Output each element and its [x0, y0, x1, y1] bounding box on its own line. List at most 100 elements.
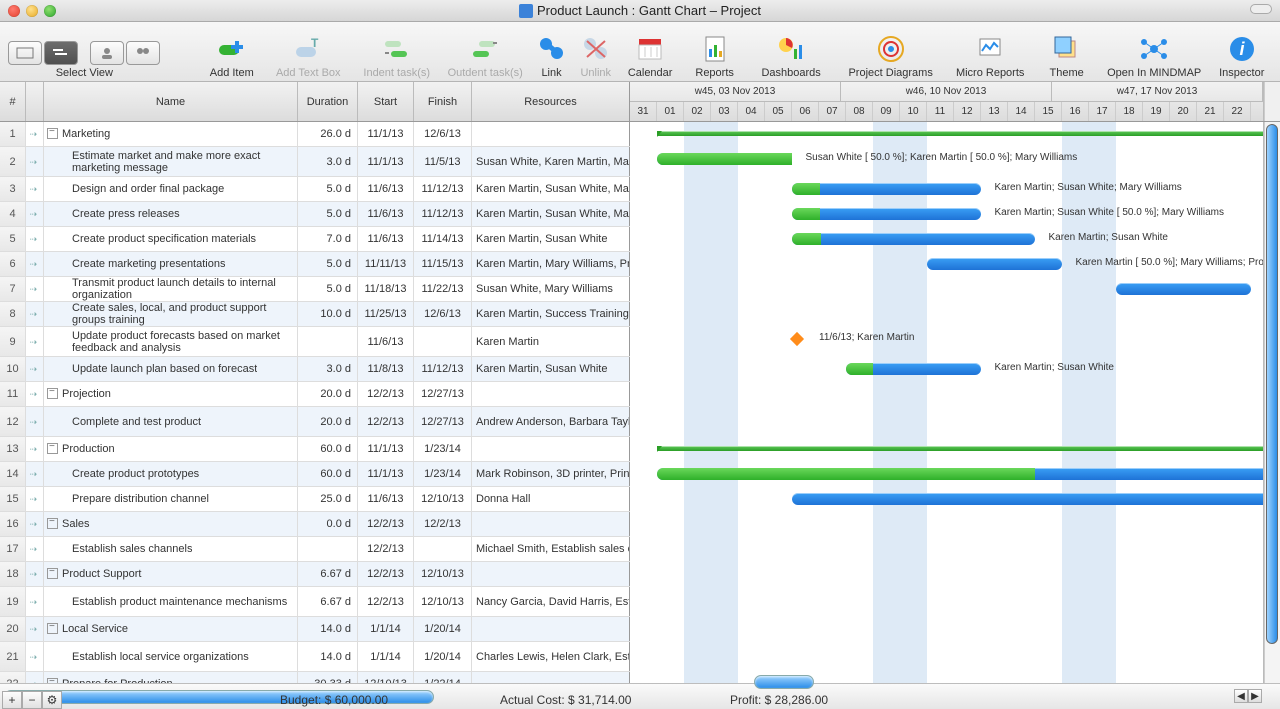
finish-cell[interactable]: 11/15/13 — [414, 252, 472, 276]
finish-cell[interactable]: 1/20/14 — [414, 617, 472, 641]
resources-cell[interactable] — [472, 562, 630, 586]
col-duration[interactable]: Duration — [298, 82, 358, 121]
table-row[interactable]: 9⇢Update product forecasts based on mark… — [0, 327, 630, 357]
timeline-day[interactable]: 14 — [1008, 102, 1035, 121]
resources-cell[interactable]: Karen Martin — [472, 327, 630, 356]
task-name-cell[interactable]: Design and order final package — [44, 177, 298, 201]
col-name[interactable]: Name — [44, 82, 298, 121]
task-name-cell[interactable]: Establish sales channels — [44, 537, 298, 561]
duration-cell[interactable]: 60.0 d — [298, 437, 358, 461]
start-cell[interactable]: 12/2/13 — [358, 537, 414, 561]
task-name-cell[interactable]: Update launch plan based on forecast — [44, 357, 298, 381]
task-name-cell[interactable]: Complete and test product — [44, 407, 298, 436]
finish-cell[interactable]: 12/6/13 — [414, 302, 472, 326]
resources-cell[interactable]: Karen Martin, Success Trainings corp — [472, 302, 630, 326]
timeline-day[interactable]: 31 — [630, 102, 657, 121]
finish-cell[interactable]: 11/22/13 — [414, 277, 472, 301]
gantt-area[interactable]: Susan White [ 50.0 %]; Karen Martin [ 50… — [630, 122, 1264, 683]
resources-cell[interactable]: Susan White, Mary Williams — [472, 277, 630, 301]
inspector-button[interactable]: i Inspector — [1209, 33, 1274, 79]
start-cell[interactable]: 11/6/13 — [358, 487, 414, 511]
start-cell[interactable]: 11/11/13 — [358, 252, 414, 276]
duration-cell[interactable]: 25.0 d — [298, 487, 358, 511]
view-list-button[interactable] — [8, 41, 42, 65]
table-row[interactable]: 17⇢Establish sales channels12/2/13Michae… — [0, 537, 630, 562]
expand-toggle[interactable] — [48, 129, 58, 139]
timeline-day[interactable]: 10 — [900, 102, 927, 121]
timeline-day[interactable]: 06 — [792, 102, 819, 121]
timeline-week[interactable]: w46, 10 Nov 2013 — [841, 82, 1052, 101]
table-row[interactable]: 4⇢Create press releases5.0 d11/6/1311/12… — [0, 202, 630, 227]
add-row-button[interactable]: + — [2, 691, 22, 709]
col-start[interactable]: Start — [358, 82, 414, 121]
resources-cell[interactable]: Susan White, Karen Martin, Mary Williams — [472, 147, 630, 176]
table-row[interactable]: 18⇢Product Support6.67 d12/2/1312/10/13 — [0, 562, 630, 587]
timeline-day[interactable]: 08 — [846, 102, 873, 121]
duration-cell[interactable]: 6.67 d — [298, 587, 358, 616]
col-resources[interactable]: Resources — [472, 82, 630, 121]
start-cell[interactable]: 12/2/13 — [358, 407, 414, 436]
table-row[interactable]: 10⇢Update launch plan based on forecast3… — [0, 357, 630, 382]
expand-toggle[interactable] — [48, 444, 58, 454]
timeline-day[interactable]: 02 — [684, 102, 711, 121]
duration-cell[interactable]: 6.67 d — [298, 562, 358, 586]
resources-cell[interactable]: Karen Martin, Mary Williams, Projector — [472, 252, 630, 276]
outdent-button[interactable]: Outdent task(s) — [441, 33, 529, 79]
resources-cell[interactable]: Karen Martin, Susan White — [472, 227, 630, 251]
table-row[interactable]: 12⇢Complete and test product20.0 d12/2/1… — [0, 407, 630, 437]
duration-cell[interactable]: 14.0 d — [298, 642, 358, 671]
resources-cell[interactable]: Karen Martin, Susan White, Mary Williams — [472, 202, 630, 226]
finish-cell[interactable]: 12/2/13 — [414, 512, 472, 536]
timeline-day[interactable]: 12 — [954, 102, 981, 121]
task-bar[interactable] — [1116, 283, 1251, 295]
finish-cell[interactable] — [414, 327, 472, 356]
reports-button[interactable]: Reports — [682, 33, 747, 79]
task-name-cell[interactable]: Product Support — [44, 562, 298, 586]
finish-cell[interactable]: 12/10/13 — [414, 562, 472, 586]
add-item-button[interactable]: Add Item — [200, 33, 265, 79]
col-indicator[interactable] — [26, 82, 44, 121]
finish-cell[interactable]: 12/10/13 — [414, 587, 472, 616]
timeline-day[interactable]: 22 — [1224, 102, 1251, 121]
task-name-cell[interactable]: Update product forecasts based on market… — [44, 327, 298, 356]
vertical-scrollbar[interactable] — [1264, 122, 1280, 683]
table-row[interactable]: 16⇢Sales0.0 d12/2/1312/2/13 — [0, 512, 630, 537]
indent-button[interactable]: Indent task(s) — [352, 33, 440, 79]
task-name-cell[interactable]: Create sales, local, and product support… — [44, 302, 298, 326]
duration-cell[interactable]: 20.0 d — [298, 382, 358, 406]
start-cell[interactable]: 11/8/13 — [358, 357, 414, 381]
task-name-cell[interactable]: Production — [44, 437, 298, 461]
vscroll-thumb[interactable] — [1266, 124, 1278, 644]
resources-cell[interactable] — [472, 617, 630, 641]
table-row[interactable]: 2⇢Estimate market and make more exact ma… — [0, 147, 630, 177]
micro-reports-button[interactable]: Micro Reports — [946, 33, 1034, 79]
start-cell[interactable]: 11/1/13 — [358, 462, 414, 486]
resources-cell[interactable]: Donna Hall — [472, 487, 630, 511]
table-row[interactable]: 13⇢Production60.0 d11/1/131/23/14 — [0, 437, 630, 462]
resources-cell[interactable]: Andrew Anderson, Barbara Taylor, Thomas … — [472, 407, 630, 436]
start-cell[interactable]: 11/25/13 — [358, 302, 414, 326]
col-finish[interactable]: Finish — [414, 82, 472, 121]
duration-cell[interactable]: 3.0 d — [298, 357, 358, 381]
start-cell[interactable]: 12/2/13 — [358, 587, 414, 616]
view-resource2-button[interactable] — [126, 41, 160, 65]
start-cell[interactable]: 11/6/13 — [358, 177, 414, 201]
duration-cell[interactable] — [298, 327, 358, 356]
calendar-button[interactable]: Calendar — [618, 33, 683, 79]
duration-cell[interactable]: 7.0 d — [298, 227, 358, 251]
duration-cell[interactable]: 60.0 d — [298, 462, 358, 486]
task-bar[interactable] — [792, 233, 1035, 245]
start-cell[interactable]: 12/10/13 — [358, 672, 414, 683]
task-name-cell[interactable]: Estimate market and make more exact mark… — [44, 147, 298, 176]
timeline-day[interactable]: 18 — [1116, 102, 1143, 121]
duration-cell[interactable]: 5.0 d — [298, 177, 358, 201]
task-table[interactable]: 1⇢Marketing26.0 d11/1/1312/6/132⇢Estimat… — [0, 122, 630, 683]
table-row[interactable]: 14⇢Create product prototypes60.0 d11/1/1… — [0, 462, 630, 487]
start-cell[interactable]: 11/6/13 — [358, 327, 414, 356]
duration-cell[interactable]: 5.0 d — [298, 202, 358, 226]
view-resource1-button[interactable] — [90, 41, 124, 65]
summary-bar[interactable] — [657, 131, 1264, 136]
finish-cell[interactable]: 1/22/14 — [414, 672, 472, 683]
timeline-day[interactable]: 04 — [738, 102, 765, 121]
task-name-cell[interactable]: Create product prototypes — [44, 462, 298, 486]
